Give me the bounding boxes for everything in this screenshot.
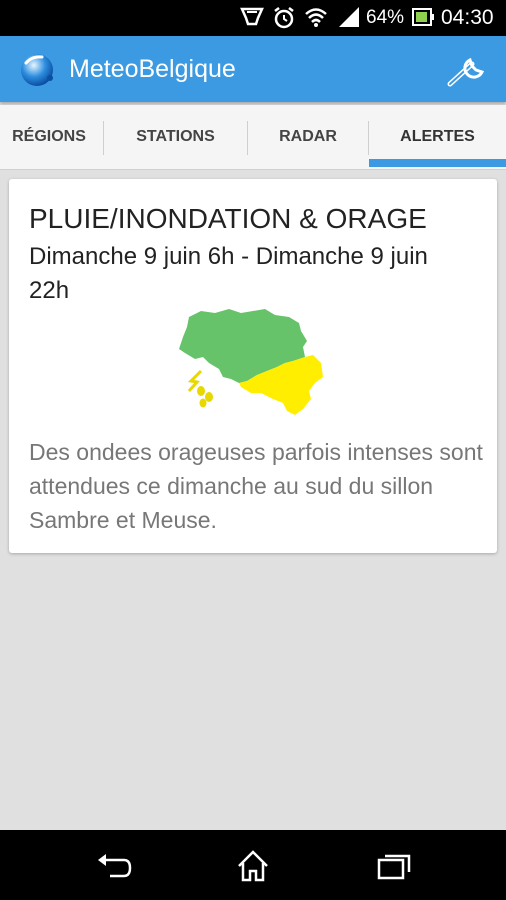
navigation-bar	[0, 830, 506, 900]
wifi-icon	[304, 6, 328, 33]
notification-icon	[240, 6, 264, 33]
belgium-alert-map	[179, 307, 329, 419]
tab-stations[interactable]: STATIONS	[104, 105, 247, 169]
tab-radar[interactable]: RADAR	[248, 105, 368, 169]
status-bar: 64% 04:30	[0, 0, 506, 36]
action-bar: MeteoBelgique	[0, 36, 506, 102]
signal-icon	[338, 6, 360, 33]
back-icon[interactable]	[94, 846, 134, 886]
recent-apps-icon[interactable]	[374, 846, 414, 886]
app-title: MeteoBelgique	[69, 55, 236, 83]
thunderstorm-rain-icon	[187, 369, 213, 408]
app-logo-icon[interactable]	[18, 51, 56, 89]
battery-percent: 64%	[366, 7, 405, 28]
settings-wrench-icon[interactable]	[442, 50, 490, 90]
status-time: 04:30	[441, 6, 494, 29]
battery-icon	[412, 8, 434, 31]
alert-description: Des ondees orageuses parfois intenses so…	[29, 439, 483, 533]
alert-title: PLUIE/INONDATION & ORAGE	[29, 203, 427, 234]
tab-regions[interactable]: RÉGIONS	[0, 105, 104, 169]
alert-period: Dimanche 9 juin 6h - Dimanche 9 juin 22h	[29, 243, 428, 304]
alert-card[interactable]: PLUIE/INONDATION & ORAGE Dimanche 9 juin…	[9, 179, 497, 553]
active-tab-indicator	[369, 159, 506, 167]
home-icon[interactable]	[233, 846, 273, 886]
alarm-icon	[272, 6, 296, 35]
